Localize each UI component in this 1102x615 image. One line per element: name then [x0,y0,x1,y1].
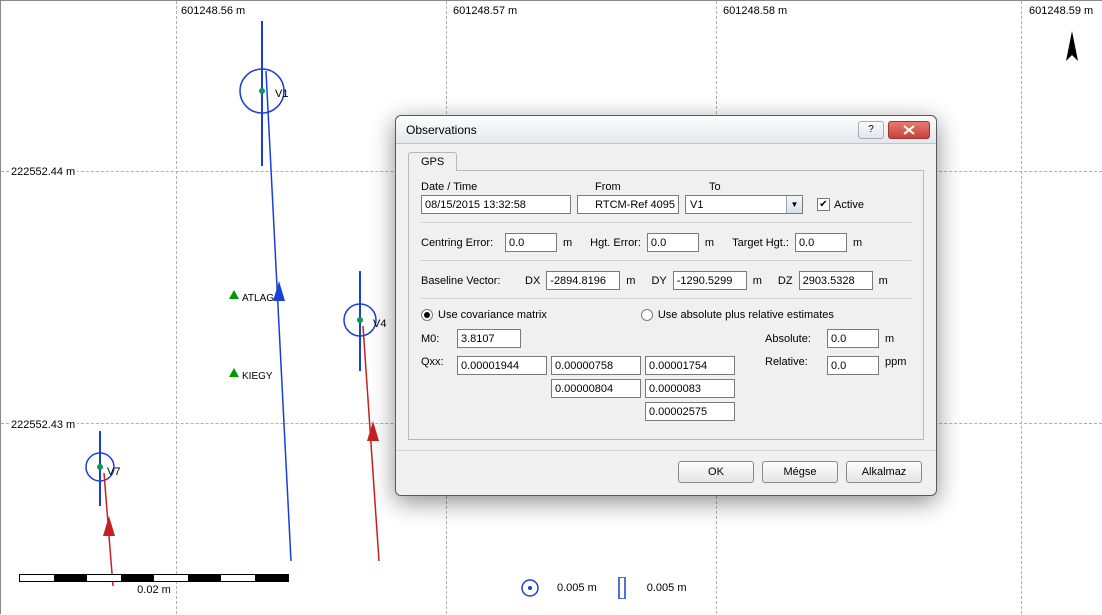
centring-label: Centring Error: [421,237,499,249]
unit-m: m [753,275,762,287]
qxx-input[interactable] [457,356,547,375]
hgt-error-label: Hgt. Error: [590,237,641,249]
qxx-input[interactable] [551,356,641,375]
qxx-input[interactable] [551,379,641,398]
radio-cov[interactable]: Use covariance matrix [421,309,547,321]
x-axis-label: 601248.58 m [721,5,789,17]
unit-m: m [853,237,862,249]
point-label-v4: V4 [371,318,388,330]
observations-dialog: Observations ? GPS Date / Time From To V… [395,115,937,496]
gridline-v [1021,1,1022,614]
col-header-to: To [709,181,819,193]
legend-circle-label: 0.005 m [557,582,597,594]
close-button[interactable] [888,121,930,139]
dialog-title: Observations [406,123,854,137]
triangle-atlag [229,290,239,299]
gridline-v [176,1,177,614]
point-label-v1: V1 [273,88,290,100]
unit-m: m [563,237,572,249]
qxx-label: Qxx: [421,356,451,368]
point-label-atlag: ATLAG [242,293,274,304]
scale-bar: 0.02 m [19,574,289,596]
absolute-input[interactable] [827,329,879,348]
dx-input[interactable] [546,271,620,290]
unit-m: m [885,333,911,345]
radio-abs-label: Use absolute plus relative estimates [658,309,834,321]
unit-ppm: ppm [885,356,911,368]
point-label-kiegy: KIEGY [242,371,273,382]
apply-button[interactable]: Alkalmaz [846,461,922,483]
col-header-datetime: Date / Time [421,181,589,193]
legend-circle-icon [521,579,539,597]
baseline-label: Baseline Vector: [421,275,519,287]
radio-cov-label: Use covariance matrix [438,309,547,321]
close-icon [903,125,915,135]
radio-abs[interactable]: Use absolute plus relative estimates [641,309,834,321]
x-axis-label: 601248.56 m [179,5,247,17]
from-input[interactable] [577,195,679,214]
chevron-down-icon: ▼ [786,196,802,213]
datetime-input[interactable] [421,195,571,214]
qxx-input[interactable] [645,379,735,398]
relative-input[interactable] [827,356,879,375]
legend: 0.005 m 0.005 m [521,577,687,599]
north-arrow-icon [1062,31,1082,71]
y-axis-label: 222552.43 m [9,419,77,431]
active-label: Active [834,199,864,211]
hgt-error-input[interactable] [647,233,699,252]
m0-label: M0: [421,333,451,345]
to-value: V1 [686,199,786,211]
unit-m: m [626,275,635,287]
qxx-grid [457,356,735,421]
titlebar[interactable]: Observations ? [396,116,936,144]
col-header-from: From [595,181,703,193]
x-axis-label: 601248.57 m [451,5,519,17]
point-label-v7: V7 [105,466,122,478]
dz-label: DZ [778,275,793,287]
dx-label: DX [525,275,540,287]
unit-m: m [879,275,888,287]
target-hgt-label: Target Hgt.: [732,237,789,249]
dy-input[interactable] [673,271,747,290]
cancel-button[interactable]: Mégse [762,461,838,483]
absolute-label: Absolute: [765,333,821,345]
tab-gps[interactable]: GPS [408,152,457,171]
unit-m: m [705,237,714,249]
active-checkbox[interactable]: ✔ Active [817,198,864,211]
ok-button[interactable]: OK [678,461,754,483]
dz-input[interactable] [799,271,873,290]
legend-bar-icon [615,577,629,599]
y-axis-label: 222552.44 m [9,166,77,178]
relative-label: Relative: [765,356,821,368]
qxx-input[interactable] [645,356,735,375]
qxx-input[interactable] [645,402,735,421]
to-combo[interactable]: V1 ▼ [685,195,803,214]
centring-input[interactable] [505,233,557,252]
dy-label: DY [651,275,666,287]
triangle-kiegy [229,368,239,377]
help-button[interactable]: ? [858,121,884,139]
scale-label: 0.02 m [19,584,289,596]
legend-bar-label: 0.005 m [647,582,687,594]
x-axis-label: 601248.59 m [1027,5,1095,17]
target-hgt-input[interactable] [795,233,847,252]
m0-input[interactable] [457,329,521,348]
